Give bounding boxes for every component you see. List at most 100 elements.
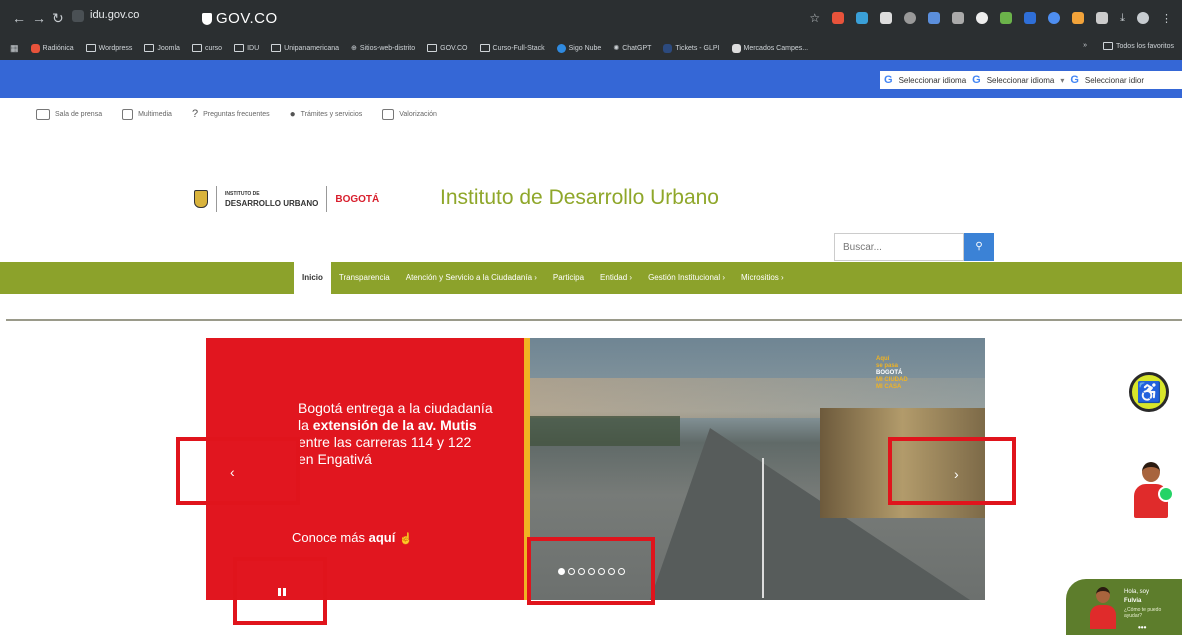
extension-icon[interactable] [904, 12, 917, 24]
govco-shield-icon [202, 12, 212, 25]
extension-icon[interactable] [1048, 12, 1061, 24]
extension-icon[interactable] [976, 12, 989, 24]
bookmark-star-icon[interactable]: ☆ [809, 11, 820, 25]
idu-logo[interactable]: INSTITUTO DE DESARROLLO URBANO BOGOTÁ [194, 186, 379, 212]
folder-icon [479, 44, 490, 52]
menu-kebab-icon[interactable]: ⋮ [1161, 12, 1172, 25]
play-icon [122, 108, 134, 120]
folder-icon [85, 44, 96, 52]
annotation-box-prev [176, 437, 300, 505]
slide-cta-link[interactable]: Conoce más aquí ☝ [292, 530, 413, 545]
link-multimedia[interactable]: Multimedia [122, 108, 172, 120]
menu-item-entidad[interactable]: Entidad › [592, 262, 640, 294]
back-icon[interactable]: ← [12, 10, 26, 26]
bookmarks-overflow-button[interactable]: » [1083, 42, 1087, 50]
folder-icon [191, 44, 202, 52]
link-valuation[interactable]: Valorización [382, 108, 437, 120]
extensions-puzzle-icon[interactable] [1096, 12, 1109, 24]
globe-icon: ⊕ [351, 45, 357, 52]
menu-item-participa[interactable]: Participa [545, 262, 592, 294]
bogota-badge: Aquí se pasa BOGOTÁ MI CIUDAD MI CASA [876, 356, 908, 390]
coat-of-arms-icon [194, 190, 208, 208]
chatgpt-icon: ✺ [613, 45, 620, 52]
bookmark-item[interactable]: ⊕ Sitios-web-distrito [351, 44, 415, 53]
annotation-box-pause [233, 557, 327, 625]
extension-icon[interactable] [952, 12, 965, 24]
profile-avatar[interactable] [1137, 12, 1149, 24]
bookmark-item[interactable]: IDU [234, 44, 259, 52]
bookmark-item[interactable]: GOV.CO [427, 44, 468, 52]
extension-icon[interactable] [880, 12, 893, 24]
road-median [762, 458, 764, 598]
address-bar[interactable]: idu.gov.co [90, 9, 139, 21]
menu-item-transparencia[interactable]: Transparencia [331, 262, 398, 294]
glpi-icon [663, 43, 673, 53]
person-icon: ● [289, 108, 296, 120]
folder-icon [271, 44, 282, 52]
extension-icon[interactable] [1000, 12, 1013, 24]
govco-logo[interactable]: GOV.CO [202, 10, 278, 27]
all-favorites-button[interactable]: Todos los favoritos [1103, 42, 1174, 50]
accessibility-icon: ♿ [1136, 381, 1162, 404]
search-button[interactable]: ⚲ [964, 233, 994, 261]
menu-item-gestion[interactable]: Gestión Institucional › [640, 262, 733, 294]
chatbot-avatar [1090, 587, 1116, 629]
extension-icon[interactable] [1024, 12, 1037, 24]
link-procedures[interactable]: ● Trámites y servicios [290, 109, 363, 120]
bookmark-item[interactable]: ✺ ChatGPT [613, 44, 651, 53]
bookmarks-right: » Todos los favoritos [1083, 42, 1174, 50]
menu-item-inicio[interactable]: Inicio [294, 262, 331, 294]
language-select[interactable]: Seleccionar idioma [899, 76, 967, 85]
language-select[interactable]: Seleccionar idior [1085, 76, 1144, 85]
bookmark-item[interactable]: Mercados Campes... [731, 43, 808, 53]
annotation-box-next [888, 437, 1016, 505]
link-faq[interactable]: ? Preguntas frecuentes [192, 108, 270, 120]
whatsapp-icon [1158, 486, 1174, 502]
main-menu: Inicio Transparencia Atención y Servicio… [294, 262, 792, 294]
google-translate-icon: G [884, 74, 893, 86]
bookmark-item[interactable]: Wordpress [85, 44, 132, 52]
extension-icon[interactable] [856, 12, 869, 24]
page-title: Instituto de Desarrollo Urbano [440, 186, 719, 209]
cloud-icon [556, 43, 566, 53]
link-press-room[interactable]: Sala de prensa [36, 108, 102, 120]
chatbot-widget[interactable]: Hola, soy Fulvia ¿Cómo te puedo ayudar? •… [1066, 579, 1182, 635]
search-icon: ⚲ [975, 241, 983, 252]
chatbot-avatar-head [1096, 587, 1110, 603]
extension-icon[interactable] [1072, 12, 1085, 24]
bookmark-item[interactable]: Curso-Full-Stack [479, 44, 545, 52]
checkbox-icon [382, 108, 395, 120]
newspaper-icon [36, 108, 50, 120]
apps-grid-icon[interactable]: ▦ [10, 43, 19, 54]
folder-icon [427, 44, 438, 52]
chatbot-more: ••• [1138, 623, 1147, 632]
whatsapp-agent-button[interactable] [1132, 458, 1176, 520]
top-links: Sala de prensa Multimedia ? Preguntas fre… [36, 108, 437, 120]
search-input[interactable]: Buscar... [834, 233, 964, 261]
section-divider [6, 319, 1182, 321]
menu-item-atencion[interactable]: Atención y Servicio a la Ciudadanía › [398, 262, 545, 294]
menu-item-micrositios[interactable]: Micrositios › [733, 262, 792, 294]
extensions-bar: ☆ ⤓ ⋮ [809, 10, 1172, 26]
market-icon [731, 43, 741, 53]
bookmark-item[interactable]: Radiónica [30, 43, 74, 53]
bookmark-item[interactable]: Unipanamericana [271, 44, 339, 52]
google-translate-icon: G [1070, 74, 1079, 86]
folder-icon [1103, 42, 1114, 50]
extension-icon[interactable] [928, 12, 941, 24]
chatbot-avatar-body [1090, 605, 1116, 629]
accessibility-button[interactable]: ♿ [1129, 372, 1169, 412]
reload-icon[interactable]: ↻ [52, 10, 64, 27]
language-select[interactable]: Seleccionar idioma [987, 76, 1055, 85]
bookmark-item[interactable]: Sigo Nube [556, 43, 601, 53]
extension-icon[interactable] [832, 12, 845, 24]
download-icon[interactable]: ⤓ [1120, 12, 1125, 25]
forward-icon[interactable]: → [32, 10, 46, 26]
translate-widget[interactable]: G Seleccionar idioma G Seleccionar idioma … [880, 71, 1182, 89]
chatbot-question: ¿Cómo te puedo ayudar? [1124, 607, 1162, 619]
bookmark-item[interactable]: Joomla [144, 44, 180, 52]
site-info-icon[interactable] [72, 10, 84, 22]
bookmark-item[interactable]: curso [191, 44, 222, 52]
logo-separator [216, 186, 217, 212]
bookmark-item[interactable]: Tickets - GLPI [663, 43, 720, 53]
